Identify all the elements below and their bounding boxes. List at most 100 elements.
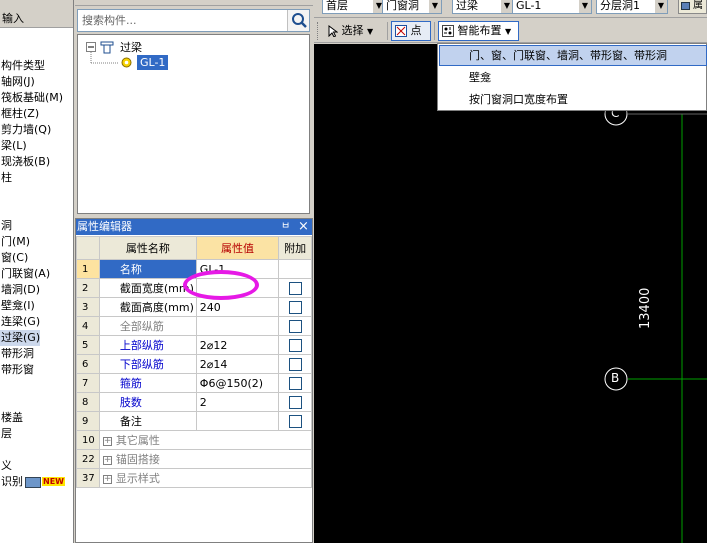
property-editor: 属性编辑器 ㅂ × 属性名称 属性值 附加 1 名称 GL-1 2 截面宽度(mm) 3 截… [75, 218, 313, 543]
nav-item[interactable]: 梁(L) [0, 138, 27, 154]
chevron-down-icon: ▼ [429, 0, 441, 13]
expand-icon[interactable]: + [102, 455, 112, 465]
nav-item[interactable]: 现浇板(B) [0, 154, 50, 170]
nav-item-label: 连梁(G) [1, 315, 41, 328]
chevron-down-icon: ▼ [367, 27, 374, 36]
property-row[interactable]: 22 + 锚固搭接 [76, 449, 313, 469]
type-select[interactable]: 过梁 ▼ [452, 0, 514, 14]
floor-select[interactable]: 首层 ▼ [322, 0, 386, 14]
nav-item[interactable]: 楼盖 [0, 410, 23, 426]
property-table-header: 属性名称 属性值 附加 [76, 236, 312, 260]
row-number: 1 [76, 259, 100, 279]
extra-checkbox[interactable] [288, 395, 302, 409]
layer-select-value: 分层洞1 [600, 0, 640, 12]
property-name: 截面宽度(mm) [98, 278, 197, 298]
property-group-label: 其它属性 [115, 434, 160, 447]
nav-item[interactable]: 门联窗(A) [0, 266, 50, 282]
nav-item-label: 筏板基础(M) [1, 91, 64, 104]
nav-item[interactable]: 轴网(J) [0, 74, 35, 90]
extra-cell [278, 411, 312, 431]
nav-item[interactable]: 剪力墙(Q) [0, 122, 51, 138]
property-row[interactable]: 5 上部纵筋 2⌀12 [76, 335, 312, 355]
row-number: 22 [76, 449, 100, 469]
nav-item[interactable]: 壁龛(I) [0, 298, 35, 314]
nav-item[interactable]: 带形洞 [0, 346, 34, 362]
nav-item[interactable]: 连梁(G) [0, 314, 40, 330]
extra-cell [278, 278, 312, 298]
menu-item-openings[interactable]: 门、窗、门联窗、墙洞、带形窗、带形洞 [439, 45, 707, 66]
search-input[interactable] [80, 10, 285, 30]
extra-checkbox[interactable] [288, 376, 302, 390]
extra-checkbox[interactable] [288, 300, 302, 314]
nav-item[interactable]: 框柱(Z) [0, 106, 39, 122]
property-row[interactable]: 10 + 其它属性 [76, 430, 313, 450]
nav-item[interactable]: 柱 [0, 170, 12, 186]
nav-item-label: 门(M) [1, 235, 31, 248]
extra-checkbox[interactable] [288, 414, 302, 428]
expand-icon[interactable]: + [102, 436, 112, 446]
nav-item[interactable]: 墙洞(D) [0, 282, 40, 298]
nav-item[interactable]: 窗(C) [0, 250, 28, 266]
nav-item-label: 轴网(J) [1, 75, 35, 88]
nav-item[interactable]: 门(M) [0, 234, 30, 250]
nav-item[interactable]: 构件类型 [0, 58, 45, 74]
row-number: 4 [76, 316, 100, 336]
property-row[interactable]: 9 备注 [76, 411, 312, 431]
menu-item-by-opening-width[interactable]: 按门窗洞口宽度布置 [439, 89, 707, 110]
smart-layout-label: 智能布置 [457, 24, 502, 37]
drawing-canvas[interactable]: C B 13400 [314, 44, 707, 543]
recognition-icon [25, 476, 41, 488]
nav-item[interactable]: 层 [0, 426, 12, 442]
close-icon[interactable]: × [298, 219, 309, 235]
row-number: 37 [76, 468, 100, 488]
nav-item[interactable]: 筏板基础(M) [0, 90, 63, 106]
extra-cell [278, 392, 312, 412]
property-value[interactable]: 2⌀12 [195, 335, 280, 355]
search-button[interactable] [287, 10, 309, 31]
component-select-value: GL-1 [516, 0, 542, 12]
expand-icon[interactable]: + [102, 474, 112, 484]
property-value[interactable]: 2⌀14 [195, 354, 280, 374]
tree-item-gl1[interactable]: GL-1 [137, 55, 169, 70]
nav-item-label: 梁(L) [1, 139, 27, 152]
property-value[interactable]: Φ6@150(2) [195, 373, 280, 393]
property-row[interactable]: 3 截面高度(mm) 240 [76, 297, 312, 317]
category-select[interactable]: 门窗洞 ▼ [382, 0, 442, 14]
extra-checkbox[interactable] [288, 281, 302, 295]
property-row[interactable]: 8 肢数 2 [76, 392, 312, 412]
row-number: 8 [76, 392, 100, 412]
point-button[interactable]: 点 [391, 21, 431, 41]
extra-checkbox[interactable] [288, 319, 302, 333]
property-value[interactable] [195, 316, 280, 336]
select-button[interactable]: 选择 ▼ [328, 21, 384, 41]
property-value[interactable] [195, 411, 280, 431]
property-row[interactable]: 37 + 显示样式 [76, 468, 313, 488]
nav-item[interactable]: 识别 NEW [0, 474, 65, 490]
menu-item-niche[interactable]: 壁龛 [439, 67, 707, 88]
component-select[interactable]: GL-1 ▼ [512, 0, 592, 14]
nav-item[interactable]: 洞 [0, 218, 12, 234]
nav-item-label: 洞 [1, 219, 12, 232]
property-row[interactable]: 7 箍筋 Φ6@150(2) [76, 373, 312, 393]
property-value[interactable]: 240 [195, 297, 280, 317]
row-number: 9 [76, 411, 100, 431]
smart-layout-button[interactable]: 智能布置 ▼ [438, 21, 519, 41]
type-select-value: 过梁 [456, 0, 478, 12]
property-row[interactable]: 4 全部纵筋 [76, 316, 312, 336]
nav-item[interactable]: 义 [0, 458, 12, 474]
property-row[interactable]: 6 下部纵筋 2⌀14 [76, 354, 312, 374]
extra-checkbox[interactable] [288, 357, 302, 371]
nav-item[interactable]: 过梁(G) [0, 330, 41, 346]
layer-select[interactable]: 分层洞1 ▼ [596, 0, 668, 14]
property-name: 截面高度(mm) [98, 297, 197, 317]
tree-root-label[interactable]: 过梁 [120, 39, 142, 55]
pin-icon[interactable]: ㅂ [281, 219, 290, 235]
property-name: 下部纵筋 [98, 354, 197, 374]
property-value[interactable]: 2 [195, 392, 280, 412]
toolbar-separator [434, 22, 435, 40]
nav-item[interactable]: 带形窗 [0, 362, 34, 378]
properties-button[interactable]: 属 [678, 0, 707, 14]
property-name: 上部纵筋 [98, 335, 197, 355]
extra-checkbox[interactable] [288, 338, 302, 352]
nav-item-label: 门联窗(A) [1, 267, 51, 280]
